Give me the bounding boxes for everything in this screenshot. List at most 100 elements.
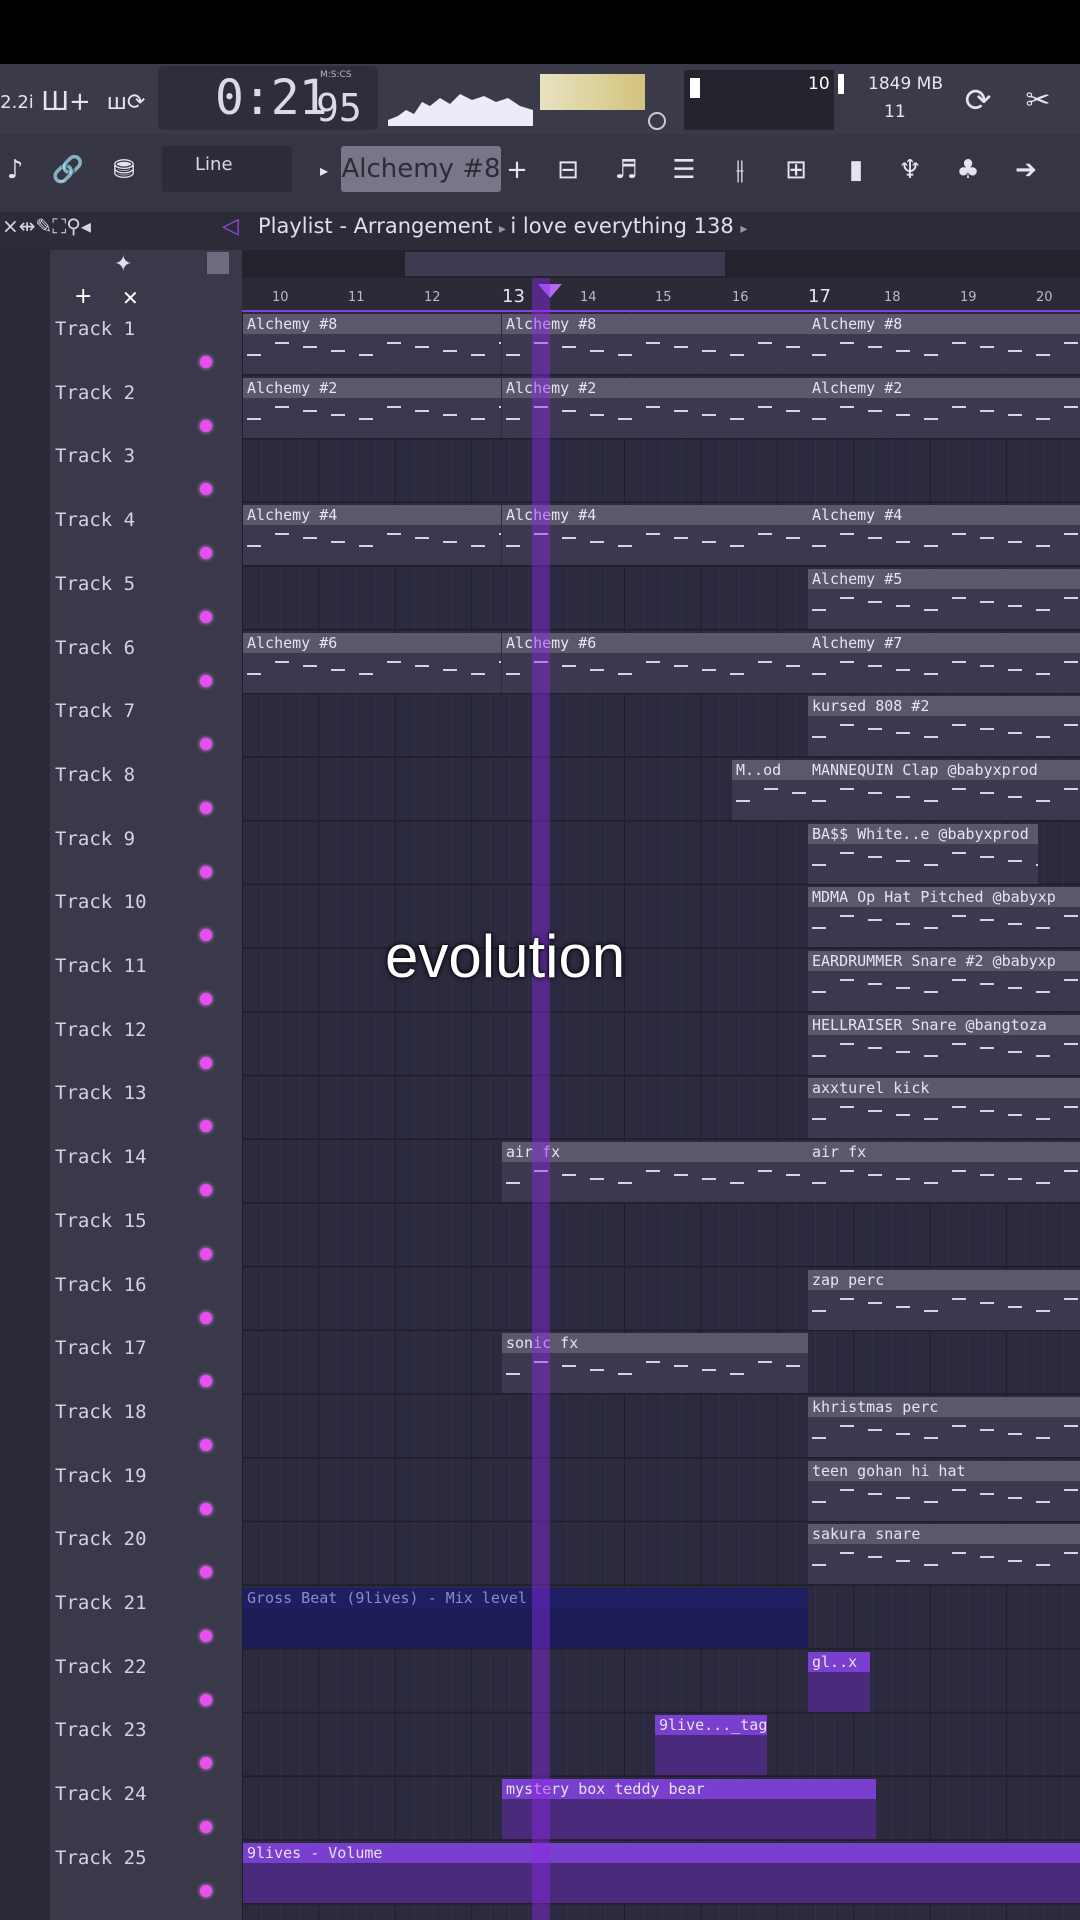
playlist-clip[interactable]: MDMA Op Hat Pitched @babyxp (808, 887, 1080, 948)
track-name[interactable]: Track 14 (55, 1146, 147, 1168)
track-name[interactable]: Track 4 (55, 509, 135, 531)
tempo-tapper-icon[interactable]: ♣ (948, 150, 988, 190)
refresh-icon[interactable]: ⟳ (956, 78, 1000, 122)
track-name[interactable]: Track 20 (55, 1528, 147, 1550)
track-name[interactable]: Track 22 (55, 1656, 147, 1678)
track-mute-indicator[interactable] (200, 1184, 212, 1197)
playlist-clip[interactable]: gl..x (808, 1651, 870, 1712)
track-name[interactable]: Track 5 (55, 573, 135, 595)
track-mute-indicator[interactable] (200, 674, 212, 687)
playlist-clip[interactable]: Alchemy #5 (808, 568, 1080, 629)
track-mute-indicator[interactable] (200, 993, 212, 1005)
playlist-clip[interactable]: Alchemy #2 (808, 377, 1080, 438)
grid-icon[interactable] (207, 252, 229, 274)
track-mute-indicator[interactable] (200, 1056, 212, 1069)
track-name[interactable]: Track 19 (55, 1465, 147, 1487)
track-mute-indicator[interactable] (200, 1821, 212, 1834)
playlist-clip[interactable]: sakura snare (808, 1524, 1080, 1585)
track-mute-indicator[interactable] (200, 1693, 212, 1706)
playlist-clip[interactable]: mystery box teddy bear (502, 1779, 876, 1840)
track-name[interactable]: Track 12 (55, 1019, 147, 1041)
track-name[interactable]: Track 8 (55, 764, 135, 786)
track-mute-indicator[interactable] (200, 1884, 212, 1897)
render-icon[interactable]: ➔ (1006, 150, 1046, 190)
track-name[interactable]: Track 2 (55, 382, 135, 404)
playlist-clip[interactable]: zap perc (808, 1269, 1080, 1330)
plugin-icon[interactable]: ♆ (890, 150, 930, 190)
track-name[interactable]: Track 11 (55, 955, 147, 977)
scrollbar-thumb[interactable] (405, 252, 725, 276)
playlist-clip[interactable]: Alchemy #7 (808, 632, 1080, 693)
track-name[interactable]: Track 23 (55, 1719, 147, 1741)
playlist-clip[interactable]: BA$$ White..e @babyxprod (808, 823, 1038, 884)
track-mute-indicator[interactable] (200, 801, 212, 814)
playlist-clip[interactable]: Alchemy #2 (243, 377, 501, 438)
playlist-clip[interactable]: teen gohan hi hat (808, 1460, 1080, 1521)
playlist-clip[interactable]: M..od (732, 759, 808, 820)
stamp-icon[interactable]: ⛃ (104, 150, 144, 190)
cpu-icon[interactable]: ✂ (1016, 78, 1060, 122)
track-mute-indicator[interactable] (200, 865, 212, 878)
track-name[interactable]: Track 9 (55, 828, 135, 850)
playlist-clip[interactable]: Gross Beat (9lives) - Mix level (243, 1588, 808, 1648)
speaker-icon[interactable]: ◁ (222, 214, 239, 239)
track-name[interactable]: Track 17 (55, 1337, 147, 1359)
breadcrumb-root[interactable]: Playlist - Arrangement (258, 214, 492, 238)
track-name[interactable]: Track 7 (55, 700, 135, 722)
track-mute-indicator[interactable] (200, 419, 212, 432)
track-mute-indicator[interactable] (200, 1311, 212, 1324)
playlist-clip[interactable]: Alchemy #8 (243, 314, 501, 374)
piano-roll-icon[interactable]: ♬ (606, 150, 646, 190)
playlist-clip[interactable]: MANNEQUIN Clap @babyxprod (808, 759, 1080, 820)
channel-rack-icon[interactable]: ☰ (664, 150, 704, 190)
track-mute-indicator[interactable] (200, 610, 212, 623)
playlist-clip[interactable]: air fx (808, 1142, 1080, 1203)
track-name[interactable]: Track 24 (55, 1783, 147, 1805)
track-mute-indicator[interactable] (200, 1247, 212, 1260)
track-name[interactable]: Track 6 (55, 637, 135, 659)
track-name[interactable]: Track 10 (55, 891, 147, 913)
play-pattern-icon[interactable]: ▸ (312, 150, 336, 190)
remove-track-button[interactable]: ✕ (122, 286, 139, 310)
file-icon[interactable]: ▮ (836, 150, 876, 190)
playlist-clip[interactable]: 9live..._tag (655, 1715, 767, 1776)
track-name[interactable]: Track 21 (55, 1592, 147, 1614)
playlist-clip[interactable]: kursed 808 #2 (808, 696, 1080, 757)
add-track-button[interactable]: + (74, 284, 92, 309)
track-mute-indicator[interactable] (200, 1438, 212, 1451)
playlist-clip[interactable]: EARDRUMMER Snare #2 @babyxp (808, 951, 1080, 1011)
playlist-icon[interactable]: ⊟ (548, 150, 588, 190)
track-mute-indicator[interactable] (200, 547, 212, 560)
track-mute-indicator[interactable] (200, 356, 212, 368)
zoom-icon[interactable]: ✦ (114, 252, 132, 277)
track-name[interactable]: Track 3 (55, 445, 135, 467)
track-mute-indicator[interactable] (200, 1630, 212, 1642)
playlist-clip[interactable]: khristmas perc (808, 1396, 1080, 1457)
track-name[interactable]: Track 16 (55, 1274, 147, 1296)
mixer-add-icon[interactable]: Ш+ (41, 84, 91, 120)
track-name[interactable]: Track 25 (55, 1847, 147, 1869)
playlist-clip[interactable]: HELLRAISER Snare @bangtoza (808, 1014, 1080, 1075)
track-name[interactable]: Track 1 (55, 318, 135, 340)
add-pattern-button[interactable]: + (504, 150, 530, 190)
mixer-icon[interactable]: ⫲ (720, 150, 760, 190)
track-name[interactable]: Track 15 (55, 1210, 147, 1232)
playlist-clip[interactable]: Alchemy #6 (243, 632, 501, 693)
playlist-clip[interactable]: Alchemy #8 (808, 314, 1080, 374)
link-icon[interactable]: 🔗 (48, 150, 88, 190)
playlist-clip[interactable]: Alchemy #4 (808, 505, 1080, 566)
track-name[interactable]: Track 18 (55, 1401, 147, 1423)
pattern-selector[interactable]: Alchemy #8 (341, 146, 501, 192)
breadcrumb-project[interactable]: i love everything 138 (510, 214, 733, 238)
playlist-tool-icons[interactable]: ×⇹✎⛶⚲◂ (2, 214, 91, 238)
track-name[interactable]: Track 13 (55, 1082, 147, 1104)
playhead[interactable] (532, 278, 550, 1920)
draw-tool-icon[interactable]: ♪ (0, 150, 30, 190)
playlist-clip[interactable]: Alchemy #4 (243, 505, 501, 566)
master-volume-knob[interactable] (648, 112, 666, 130)
playlist-clip[interactable]: 9lives - Volume (243, 1842, 1080, 1903)
playlist-clip[interactable]: axxturel kick (808, 1078, 1080, 1139)
snap-mode-icon[interactable]: ш⟳ (104, 84, 148, 120)
track-mute-indicator[interactable] (200, 1502, 212, 1515)
browser-icon[interactable]: ⊞ (776, 150, 816, 190)
